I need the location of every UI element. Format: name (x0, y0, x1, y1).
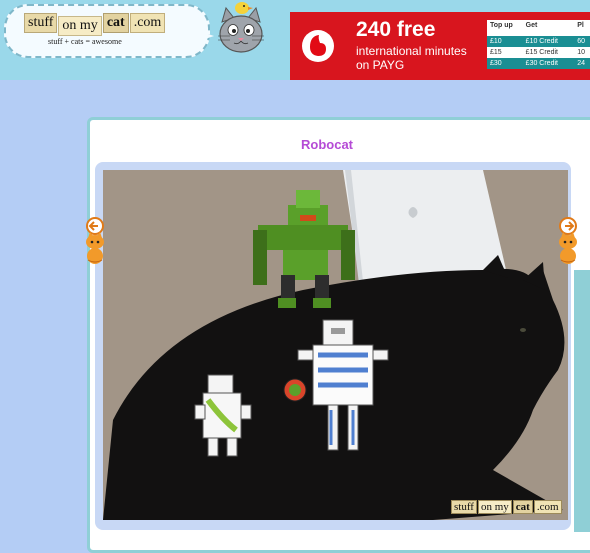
post-photo[interactable] (103, 170, 568, 520)
ad-table-cell: 10 (577, 49, 585, 56)
ad-table-cell: £10 (490, 38, 502, 45)
logo-word: .com (129, 13, 166, 33)
logo-word: cat (102, 13, 129, 33)
ad-table-header-cell: Pl (577, 22, 584, 29)
orange-cat-left-arrow-icon[interactable] (80, 216, 110, 266)
ad-subline-2: on PAYG (356, 58, 405, 72)
ad-table-row: £30 £30 Credit 24 (487, 58, 590, 69)
orange-cat-right-arrow-icon[interactable] (553, 216, 583, 266)
card-side-stripe (574, 270, 590, 532)
site-tagline: stuff + cats = awesome (48, 37, 122, 46)
ad-table-header-cell: Top up (490, 22, 513, 29)
ad-price-table: Top up Get Pl £10 £10 Credit 60 £15 £15 … (487, 20, 590, 76)
photo-watermark: stuff on my cat .com (451, 500, 563, 514)
logo-word: on my (58, 16, 102, 36)
ad-table-row: £10 £10 Credit 60 (487, 36, 590, 47)
ad-headline: 240 free (356, 18, 436, 41)
ad-table-cell: £15 Credit (525, 49, 558, 56)
watermark-word: stuff (451, 500, 477, 514)
vodafone-ad-banner[interactable]: 240 free international minutes on PAYG T… (290, 12, 590, 80)
ad-subline: international minutes on PAYG (356, 44, 467, 72)
ad-subline-1: international minutes (356, 44, 467, 58)
ad-table-row: £15 £15 Credit 10 (487, 47, 590, 58)
watermark-word: cat (512, 500, 533, 514)
ad-table-cell: 24 (577, 60, 585, 67)
watermark-word: on my (477, 500, 512, 514)
vodafone-logo-icon (302, 30, 334, 62)
logo-word: stuff (24, 13, 58, 33)
cat-with-bird-icon (218, 2, 264, 53)
post-title: Robocat (301, 137, 353, 152)
site-logo[interactable]: stuff on my cat .com (24, 13, 166, 36)
ad-table-cell: 60 (577, 38, 585, 45)
ad-table-cell: £15 (490, 49, 502, 56)
watermark-word: .com (533, 500, 562, 514)
ad-table-cell: £30 (490, 60, 502, 67)
ad-table-header-cell: Get (525, 22, 538, 29)
ad-table-header: Top up Get Pl (487, 20, 590, 31)
ad-table-cell: £10 Credit (525, 38, 558, 45)
ad-table-cell: £30 Credit (525, 60, 558, 67)
